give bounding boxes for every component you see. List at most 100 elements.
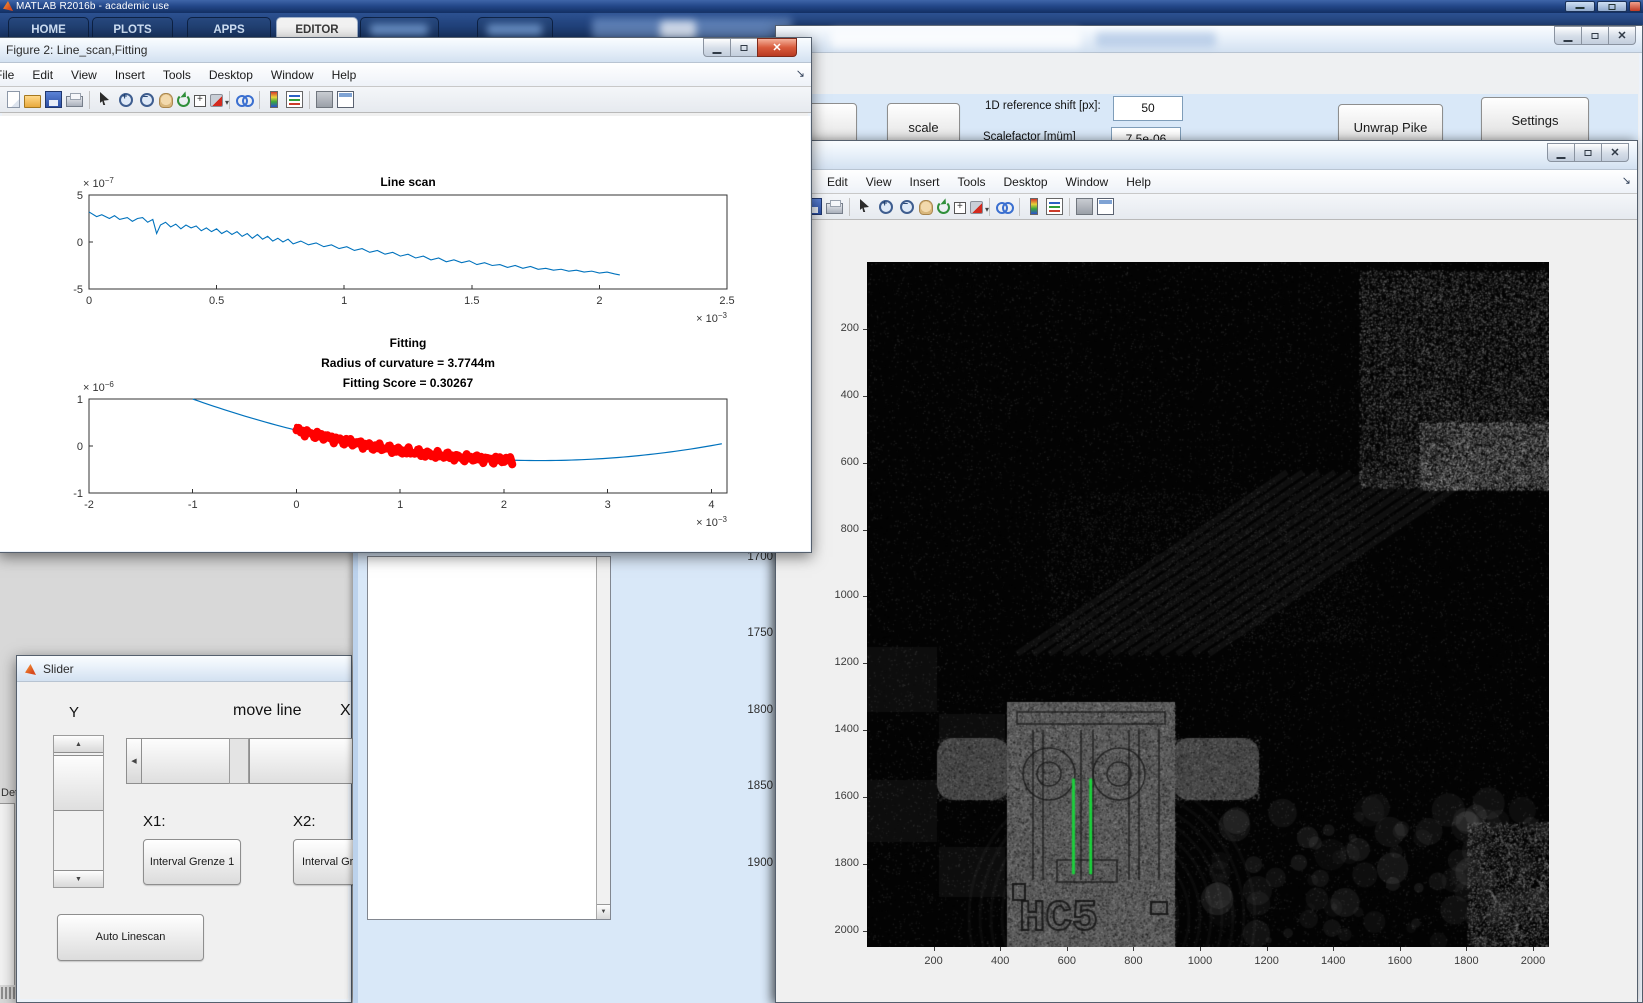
pan-hand-icon[interactable] <box>919 199 933 215</box>
y-slider-down-button[interactable]: ▼ <box>54 870 103 887</box>
pan-hand-icon[interactable] <box>159 92 173 108</box>
figure2-minimize-button[interactable] <box>703 38 731 57</box>
image-ytick-label: 1600 <box>834 790 859 803</box>
image-ytick-label: 1000 <box>834 589 859 602</box>
listbox-scroll-down-button[interactable]: ▼ <box>597 904 610 919</box>
link-plot-icon[interactable] <box>236 91 254 108</box>
figure2-canvas: 0 0.5 1 1.5 2 2.5 5 0 -5 Line scan × 10−7 × 10−3 -2-… <box>0 116 810 551</box>
image-ytick-mark <box>863 529 867 531</box>
figure2-close-button[interactable]: ✕ <box>757 38 797 57</box>
hidden-axes-ytick: 1750 <box>747 627 773 639</box>
property-editor-icon[interactable] <box>1076 198 1093 215</box>
open-file-icon[interactable] <box>24 94 41 108</box>
move-line-label: move line <box>233 702 302 719</box>
print-icon[interactable] <box>826 200 843 214</box>
menu-insert[interactable]: Insert <box>900 175 948 189</box>
brush-icon[interactable] <box>970 201 989 214</box>
new-figure-icon[interactable] <box>7 91 20 108</box>
slider-titlebar[interactable]: Slider <box>17 656 351 682</box>
menu-view[interactable]: View <box>62 68 106 82</box>
x-slider-track[interactable] <box>229 738 249 784</box>
dock-arrow-icon[interactable]: ↘ <box>1622 174 1631 187</box>
image-figure-titlebar[interactable]: d ✕ <box>776 141 1637 170</box>
svg-text:1: 1 <box>77 394 83 406</box>
rotate-3d-icon[interactable] <box>177 94 190 107</box>
y-slider-up-button[interactable]: ▲ <box>54 736 103 753</box>
x2-slider-thumb[interactable] <box>249 738 353 784</box>
svg-text:2: 2 <box>501 499 507 511</box>
svg-text:0.5: 0.5 <box>209 295 224 307</box>
matlab-restore-button[interactable] <box>1597 1 1627 12</box>
svg-text:5: 5 <box>77 190 83 202</box>
listbox-scrollbar[interactable]: ▼ <box>596 557 610 919</box>
image-figure-minimize-button[interactable] <box>1547 143 1575 162</box>
brush-icon[interactable] <box>210 94 229 107</box>
menu-desktop[interactable]: Desktop <box>995 175 1057 189</box>
matlab-titlebar[interactable]: MATLAB R2016b - academic use <box>0 0 1643 13</box>
rotate-3d-icon[interactable] <box>937 201 950 214</box>
data-cursor-icon[interactable] <box>194 94 206 107</box>
y-slider-label: Y <box>69 704 80 721</box>
print-icon[interactable] <box>66 93 83 107</box>
y-slider-thumb[interactable] <box>54 755 103 811</box>
menu-help[interactable]: Help <box>323 68 366 82</box>
gui-minimize-button[interactable] <box>1554 26 1582 45</box>
menu-view[interactable]: View <box>857 175 901 189</box>
gui-close-button[interactable]: ✕ <box>1608 26 1636 45</box>
image-xtick-mark <box>1000 947 1002 951</box>
pointer-icon[interactable] <box>856 198 873 215</box>
image-ytick-label: 1200 <box>834 656 859 669</box>
menu-window[interactable]: Window <box>1057 175 1118 189</box>
save-icon[interactable] <box>45 91 62 108</box>
image-xtick-label: 1800 <box>1454 955 1479 967</box>
settings-button[interactable]: Settings <box>1481 97 1589 145</box>
zoom-in-icon[interactable] <box>117 91 134 108</box>
legend-icon[interactable] <box>286 91 303 108</box>
pointer-icon[interactable] <box>96 91 113 108</box>
x-slider-thumb[interactable] <box>141 738 230 784</box>
svg-text:-1: -1 <box>73 488 83 500</box>
ref-shift-input[interactable]: 50 <box>1113 96 1183 121</box>
image-figure-restore-button[interactable] <box>1574 143 1602 162</box>
ref-shift-label: 1D reference shift [px]: <box>985 100 1101 112</box>
figure2-restore-button[interactable] <box>730 38 758 57</box>
x1-label: X1: <box>143 813 166 830</box>
matlab-close-button[interactable] <box>1629 1 1641 12</box>
image-figure-close-button[interactable]: ✕ <box>1601 143 1629 162</box>
menu-edit[interactable]: Edit <box>818 175 857 189</box>
x-slider-left-button[interactable]: ◀ <box>126 738 142 784</box>
toolbar-separator <box>849 197 850 216</box>
link-plot-icon[interactable] <box>996 198 1014 215</box>
zoom-out-icon[interactable] <box>138 91 155 108</box>
menu-insert[interactable]: Insert <box>106 68 154 82</box>
interval-grenze-1-button[interactable]: Interval Grenze 1 <box>143 839 241 885</box>
menu-edit[interactable]: Edit <box>23 68 62 82</box>
property-editor-icon[interactable] <box>316 91 333 108</box>
zoom-in-icon[interactable] <box>877 198 894 215</box>
menu-tools[interactable]: Tools <box>949 175 995 189</box>
dock-arrow-icon[interactable]: ↘ <box>796 67 805 80</box>
plot-tools-icon[interactable] <box>1097 198 1114 215</box>
slider-window-icon <box>25 664 36 675</box>
menu-tools[interactable]: Tools <box>154 68 200 82</box>
listbox[interactable]: ▼ <box>367 556 611 920</box>
figure2-toolbar <box>0 87 811 113</box>
y-slider[interactable]: ▲ ▼ <box>53 735 104 888</box>
colorbar-icon[interactable] <box>270 91 278 108</box>
main-gui-titlebar[interactable]: ✕ <box>776 26 1642 53</box>
zoom-out-icon[interactable] <box>898 198 915 215</box>
data-cursor-icon[interactable] <box>954 201 966 214</box>
menu-help[interactable]: Help <box>1117 175 1160 189</box>
matlab-minimize-button[interactable] <box>1565 1 1595 12</box>
gui-restore-button[interactable] <box>1581 26 1609 45</box>
auto-linescan-button[interactable]: Auto Linescan <box>57 914 204 961</box>
legend-icon[interactable] <box>1046 198 1063 215</box>
figure2-titlebar[interactable]: Figure 2: Line_scan,Fitting ✕ <box>0 38 811 63</box>
svg-text:-5: -5 <box>73 284 83 296</box>
menu-window[interactable]: Window <box>262 68 323 82</box>
menu-desktop[interactable]: Desktop <box>200 68 262 82</box>
colorbar-icon[interactable] <box>1030 198 1038 215</box>
menu-file[interactable]: File <box>0 68 23 82</box>
plot-tools-icon[interactable] <box>337 91 354 108</box>
image-xtick-label: 1600 <box>1387 955 1413 967</box>
